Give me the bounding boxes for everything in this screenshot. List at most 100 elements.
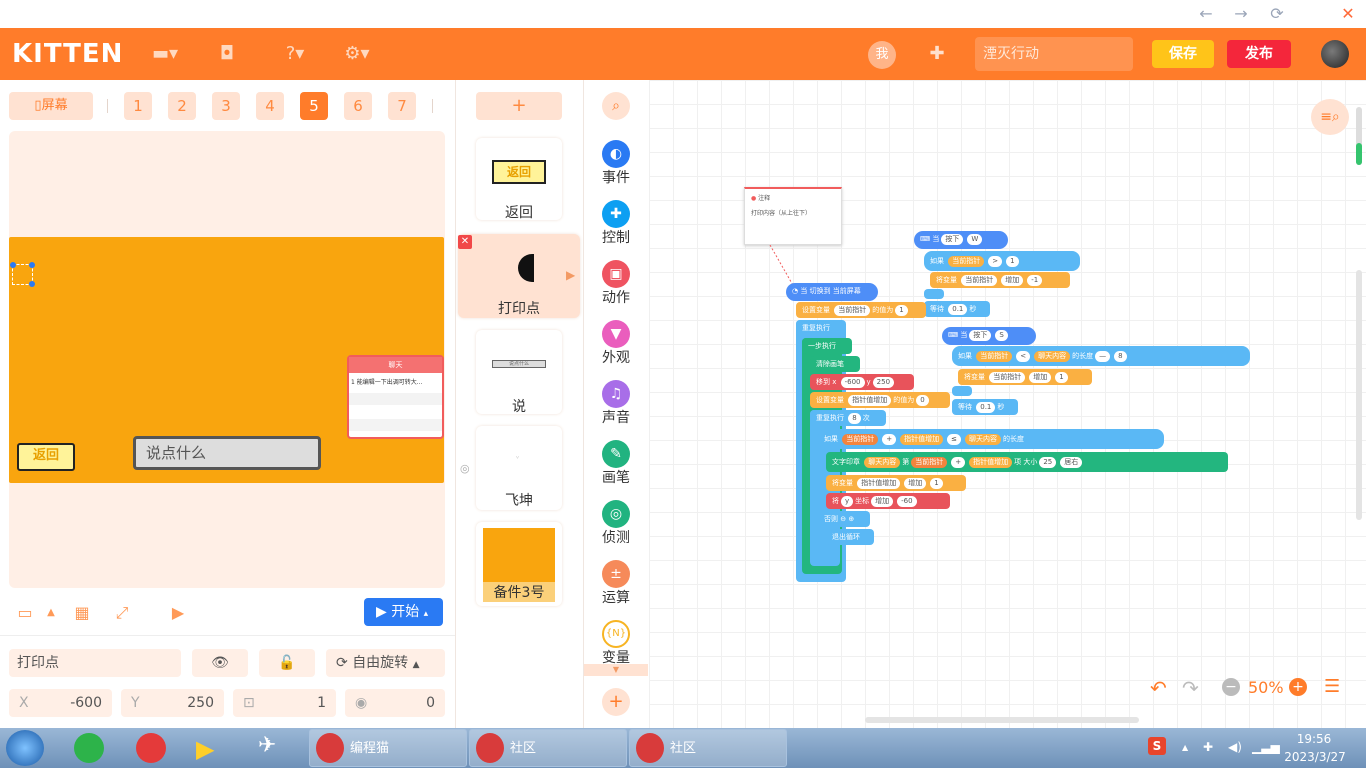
key-action-dropdown[interactable]: 按下 [969, 330, 992, 341]
key-dropdown[interactable]: W [967, 234, 983, 245]
number-input[interactable]: 0.1 [948, 304, 968, 315]
variable-dropdown[interactable]: 指针值增加 [857, 478, 901, 489]
back-sprite[interactable]: 返回 [17, 443, 75, 471]
rotation-mode-select[interactable]: ⟳ 自由旋转 ▲ [326, 649, 445, 677]
undo-icon[interactable]: ↶ [1150, 676, 1167, 700]
category-label-looks[interactable]: 外观 [590, 347, 642, 367]
search-icon[interactable]: ⌕ [602, 92, 630, 120]
mode-dropdown[interactable]: 增加 [871, 496, 894, 507]
my-profile-button[interactable]: 我 [868, 41, 896, 69]
variable-dropdown[interactable]: 指针值增加 [900, 434, 944, 445]
screen-tab-2[interactable]: 2 [168, 92, 196, 120]
scroll-thumb[interactable] [1356, 143, 1362, 165]
screen-list-button[interactable]: ▯屏幕 [9, 92, 93, 120]
publish-button[interactable]: 发布 [1227, 40, 1291, 68]
variable-dropdown[interactable]: 当前指针 [989, 372, 1026, 383]
zoom-in-icon[interactable]: + [1289, 678, 1307, 696]
rotate-handle[interactable] [29, 262, 35, 268]
gear-icon[interactable]: ⚙▾ [342, 42, 372, 66]
operator-dropdown[interactable]: > [988, 256, 1003, 267]
align-dropdown[interactable]: 居右 [1060, 457, 1083, 468]
add-collaborator-icon[interactable]: ✚ [922, 42, 952, 66]
operator-dropdown[interactable]: < [1016, 351, 1031, 362]
operator-dropdown[interactable]: + [882, 434, 897, 445]
variable-dropdown[interactable]: 聊天内容 [864, 457, 901, 468]
back-arrow-icon[interactable]: ← [1193, 2, 1219, 26]
hidden-eye-icon[interactable]: ◎ [460, 462, 470, 475]
zoom-out-icon[interactable]: − [1222, 678, 1240, 696]
if-block[interactable]: 如果 当前指针 >1 [924, 251, 1080, 271]
number-input[interactable]: 0 [916, 395, 929, 406]
delete-sprite-icon[interactable]: ✕ [458, 235, 472, 249]
code-search-icon[interactable]: ≡⌕ [1311, 99, 1349, 135]
fullscreen-icon[interactable]: ⤢ [111, 602, 133, 624]
wait-block[interactable]: 等待 0.1 秒 [952, 399, 1018, 415]
if-block[interactable]: 如果 当前指针 < 聊天内容 的长度 —8 [952, 346, 1250, 366]
break-loop-block[interactable]: 退出循环 [826, 529, 874, 545]
set-variable-block[interactable]: 设置变量 当前指针 的值为 1 [796, 302, 926, 318]
scrollbar[interactable] [1356, 107, 1362, 165]
variable-dropdown[interactable]: 当前指针 [834, 305, 871, 316]
key-dropdown[interactable]: S [995, 330, 1008, 341]
operator-dropdown[interactable]: + [951, 457, 966, 468]
ime-icon[interactable]: S [1148, 737, 1166, 755]
when-key-w-block[interactable]: ⌨ 当按下 W [914, 231, 1008, 249]
add-extension-button[interactable]: + [602, 688, 630, 716]
sound-category-icon[interactable]: ♫ [602, 380, 630, 408]
number-input[interactable]: -60 [897, 496, 917, 507]
chevron-down-icon[interactable]: ▼ [584, 664, 648, 676]
operator-dropdown[interactable]: ≤ [947, 434, 961, 445]
play-preview-icon[interactable]: ▶ [167, 602, 189, 624]
screen-tab-1[interactable]: 1 [124, 92, 152, 120]
screen-tab-7[interactable]: 7 [388, 92, 416, 120]
network-shield-icon[interactable]: ✚ [1203, 740, 1213, 754]
key-action-dropdown[interactable]: 按下 [941, 234, 964, 245]
vertical-scrollbar[interactable] [1356, 270, 1362, 520]
number-input[interactable]: 8 [848, 413, 861, 424]
operator-category-icon[interactable]: ± [602, 560, 630, 588]
variable-dropdown[interactable]: 当前指针 [961, 275, 998, 286]
variable-dropdown[interactable]: 当前指针 [948, 256, 985, 267]
category-label-sensing[interactable]: 侦测 [590, 527, 642, 547]
scale-field[interactable]: ⊡ 1 [233, 689, 336, 717]
forward-arrow-icon[interactable]: → [1228, 2, 1254, 26]
chevron-right-icon[interactable]: ▶ [566, 268, 575, 282]
screen-tab-6[interactable]: 6 [344, 92, 372, 120]
variable-dropdown[interactable]: 聊天内容 [1034, 351, 1071, 362]
sprite-card-back[interactable]: 返回 返回 [476, 138, 562, 221]
signal-icon[interactable]: ▁▃▅ [1252, 740, 1280, 754]
chevron-up-icon[interactable]: ▲ [40, 602, 62, 624]
add-sprite-button[interactable]: + [476, 92, 562, 120]
refresh-icon[interactable]: ⟳ [1264, 2, 1290, 26]
number-input[interactable]: 1 [1055, 372, 1068, 383]
y-field[interactable]: Y 250 [121, 689, 224, 717]
start-menu-icon[interactable] [6, 730, 44, 766]
move-to-block[interactable]: 移到 x -600 y 250 [810, 374, 914, 390]
project-name-input[interactable]: 湮灭行动 [975, 37, 1133, 71]
save-button[interactable]: 保存 [1152, 40, 1214, 68]
folder-icon[interactable]: ▬▾ [150, 42, 180, 66]
if-else-block[interactable]: 如果 当前指针 + 指针值增加 ≤ 聊天内容 的长度 [818, 429, 1164, 449]
variable-dropdown[interactable]: 指针值增加 [969, 457, 1013, 468]
category-label-sound[interactable]: 声音 [590, 407, 642, 427]
video-player-icon[interactable]: ▶ [196, 735, 228, 763]
close-icon[interactable]: ✕ [1335, 2, 1361, 26]
start-button[interactable]: ▶ 开始 ▴ [364, 598, 443, 626]
motion-category-icon[interactable]: ▣ [602, 260, 630, 288]
category-label-motion[interactable]: 动作 [590, 287, 642, 307]
redo-icon[interactable]: ↷ [1182, 676, 1199, 700]
screen-tab-3[interactable]: 3 [212, 92, 240, 120]
netease-music-icon[interactable] [136, 733, 166, 763]
screen-tab-4[interactable]: 4 [256, 92, 284, 120]
sprite-card-spare3[interactable]: 备件3号 [476, 522, 562, 606]
category-label-operator[interactable]: 运算 [590, 587, 642, 607]
number-input[interactable]: 1 [930, 478, 943, 489]
say-input-sprite[interactable]: 说点什么 [133, 436, 321, 470]
user-avatar[interactable] [1321, 40, 1349, 68]
code-comment[interactable]: ● 注释 打印内容（从上往下） [744, 187, 842, 245]
variable-dropdown[interactable]: 当前指针 [842, 434, 879, 445]
change-variable-block[interactable]: 将变量 当前指针 增加 -1 [930, 272, 1070, 288]
change-variable-block[interactable]: 将变量 当前指针 增加 1 [958, 369, 1092, 385]
sprite-card-say[interactable]: 说点什么 说 [476, 330, 562, 415]
number-input[interactable]: 8 [1114, 351, 1127, 362]
